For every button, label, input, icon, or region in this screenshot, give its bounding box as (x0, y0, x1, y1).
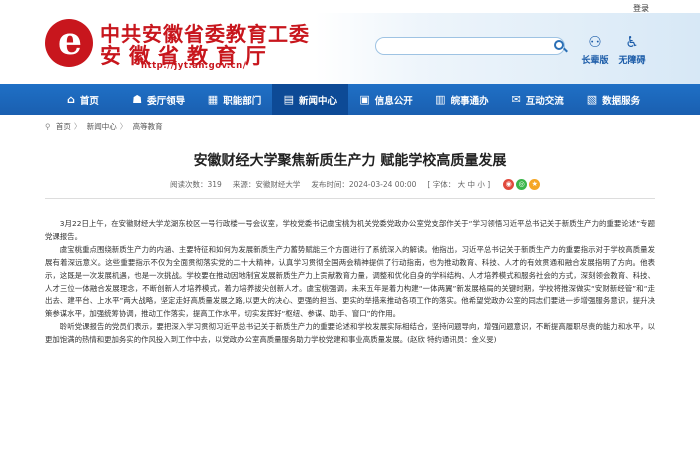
accessibility-label: 无障碍 (618, 56, 646, 66)
nav-label: 信息公开 (374, 95, 413, 107)
nav-item-data[interactable]: ▧ 数据服务 (576, 84, 652, 115)
share-buttons: ◉ ◎ ★ (503, 179, 541, 190)
article-body: 3月22日上午，在安徽财经大学龙湖东校区一号行政楼一号会议室，学校党委书记虞宝桃… (45, 218, 655, 347)
nav-label: 新闻中心 (298, 95, 337, 107)
meta-divider (45, 198, 655, 199)
weibo-share-icon[interactable]: ◉ (503, 179, 515, 190)
site-url: http://jyt.ah.gov.cn/ (141, 61, 247, 71)
article-paragraph: 聆听党课报告的党员们表示，要把深入学习贯彻习近平总书记关于新质生产力的重要论述和… (45, 322, 655, 345)
breadcrumb-separator: 〉 (119, 122, 128, 131)
data-icon: ▧ (586, 93, 598, 106)
breadcrumb-news[interactable]: 新闻中心 (87, 122, 117, 131)
wechat-share-icon[interactable]: ◎ (516, 179, 528, 190)
service-icon: ▥ (435, 93, 446, 106)
article-source: 来源：安徽财经大学 (232, 180, 301, 189)
top-bar: 登录 (0, 0, 700, 13)
location-pin-icon: ⚲ (45, 122, 51, 131)
article-title: 安徽财经大学聚焦新质生产力 赋能学校高质量发展 (193, 153, 507, 169)
nav-item-departments[interactable]: ▦ 职能部门 (197, 84, 273, 115)
search-icon[interactable] (554, 40, 564, 50)
nav-label: 互动交流 (525, 95, 564, 107)
nav-item-info[interactable]: ▣ 信息公开 (348, 84, 424, 115)
view-count: 阅读次数：319 (170, 180, 222, 189)
elder-mode-label: 长辈版 (581, 56, 609, 66)
home-icon: ⌂ (66, 93, 75, 106)
nav-item-interaction[interactable]: ✉ 互动交流 (500, 84, 576, 115)
breadcrumb-higher-education[interactable]: 高等教育 (133, 122, 163, 131)
elder-mode-icon: ⚇ (588, 33, 602, 51)
leader-icon: ☗ (132, 93, 143, 106)
search-input[interactable] (375, 37, 565, 55)
font-medium-button[interactable]: 中 (468, 180, 476, 189)
nav-label: 首页 (79, 95, 99, 107)
accessibility-icon: ♿ (625, 33, 639, 51)
nav-item-leaders[interactable]: ☗ 委厅领导 (121, 84, 197, 115)
site-logo-letter: e (57, 18, 83, 63)
article-meta: 阅读次数：319 来源：安徽财经大学 发布时间：2024-03-24 00:00… (170, 179, 541, 190)
accessibility-button[interactable]: ♿ 无障碍 (614, 33, 650, 66)
main-nav: ⌂ 首页 ☗ 委厅领导 ▦ 职能部门 ▤ 新闻中心 ▣ 信息公开 ▥ 皖事通办 ✉ 互动交流 … (0, 84, 700, 115)
news-icon: ▤ (283, 93, 294, 106)
site-header: e 中共安徽省委教育工委 安徽省教育厅 http://jyt.ah.gov.cn… (0, 13, 700, 84)
breadcrumb: ⚲ 首页〉 新闻中心〉 高等教育 (45, 121, 163, 132)
chat-icon: ✉ (511, 93, 521, 106)
article-paragraph: 3月22日上午，在安徽财经大学龙湖东校区一号行政楼一号会议室，学校党委书记虞宝桃… (45, 219, 655, 241)
font-large-button[interactable]: 大 (458, 180, 466, 189)
nav-item-home[interactable]: ⌂ 首页 (45, 84, 121, 115)
info-icon: ▣ (359, 93, 370, 106)
publish-date: 发布时间：2024-03-24 00:00 (311, 180, 417, 189)
nav-label: 数据服务 (602, 95, 641, 107)
font-small-button[interactable]: 小 (477, 180, 485, 189)
nav-label: 皖事通办 (450, 95, 489, 107)
qzone-share-icon[interactable]: ★ (529, 179, 541, 190)
elder-mode-button[interactable]: ⚇ 长辈版 (577, 33, 613, 66)
nav-label: 委厅领导 (147, 95, 186, 107)
department-icon: ▦ (207, 93, 219, 106)
nav-label: 职能部门 (223, 95, 262, 107)
nav-item-news[interactable]: ▤ 新闻中心 (272, 84, 349, 115)
article-paragraph: 虞宝桃重点围绕新质生产力的内涵、主要特征和如何为发展新质生产力蓄势赋能三个方面进… (45, 244, 655, 319)
breadcrumb-home[interactable]: 首页 (56, 122, 71, 131)
nav-item-service[interactable]: ▥ 皖事通办 (424, 84, 500, 115)
font-size-control: [ 字体： 大 中 小 ] (427, 180, 491, 189)
breadcrumb-separator: 〉 (73, 122, 82, 131)
